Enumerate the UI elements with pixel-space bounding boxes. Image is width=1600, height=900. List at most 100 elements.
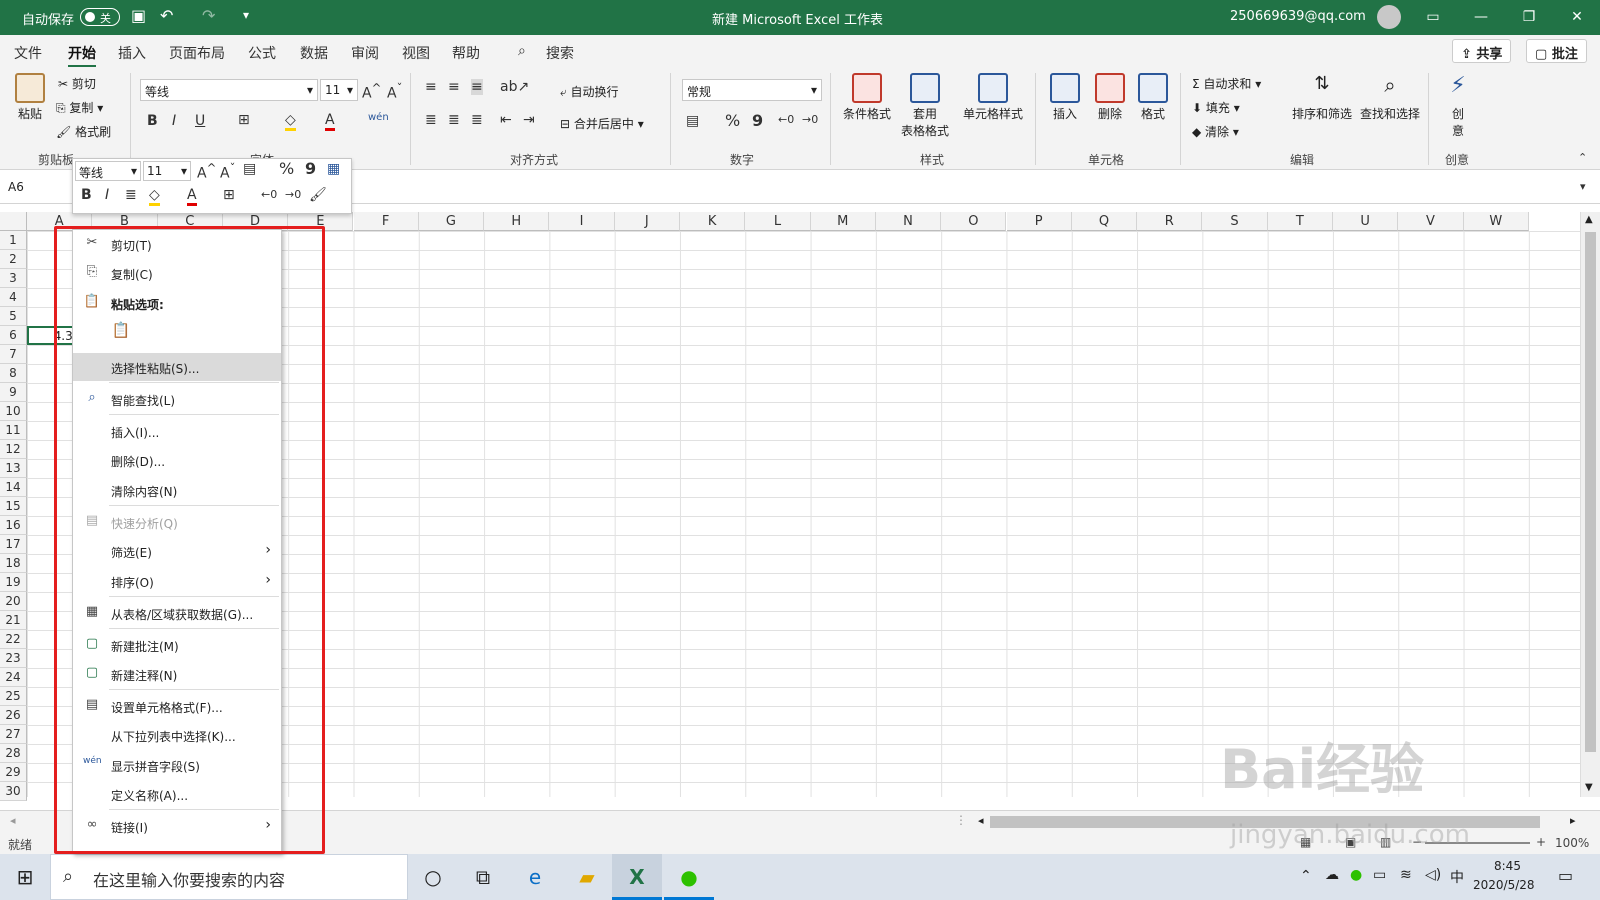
tab-page-layout[interactable]: 页面布局 [169,43,225,63]
row-header[interactable]: 29 [0,763,27,782]
tab-file[interactable]: 文件 [14,43,42,63]
cut-button[interactable]: ✂ 剪切 [58,75,96,92]
insert-cells-button[interactable]: 插入 [1045,73,1085,122]
tab-data[interactable]: 数据 [300,43,328,63]
percent-button[interactable]: % [725,111,740,130]
scroll-down-icon[interactable]: ▼ [1585,782,1593,793]
zoom-level[interactable]: 100% [1555,836,1589,850]
mini-shrink-font-icon[interactable]: Aˇ [220,161,235,182]
comments-button[interactable]: ▢ 批注 [1526,39,1587,63]
row-header[interactable]: 26 [0,706,27,725]
column-header[interactable]: T [1267,212,1333,231]
taskbar-search[interactable]: ⌕ 在这里输入你要搜索的内容 [50,854,408,900]
avatar[interactable] [1377,5,1401,29]
row-header[interactable]: 30 [0,782,27,801]
align-center-icon[interactable]: ≣ [448,112,460,128]
cortana-icon[interactable]: ○ [408,854,458,900]
fill-color-icon[interactable]: ◇ [285,112,296,131]
mini-format-painter-icon[interactable]: 🖌 [309,187,327,203]
document-title[interactable]: 新建 Microsoft Excel 工作表 [712,9,883,28]
row-header[interactable]: 2 [0,250,27,269]
row-header[interactable]: 12 [0,440,27,459]
notification-icon[interactable]: ▭ [1558,866,1573,885]
paste-text-only-icon[interactable]: 📋 [109,321,133,345]
conditional-format-button[interactable]: 条件格式 [838,73,896,122]
menu-phonetic[interactable]: wén 显示拼音字段(S) [73,751,281,779]
column-header[interactable]: R [1137,212,1203,231]
align-middle-icon[interactable]: ≡ [448,79,460,95]
column-header[interactable]: J [614,212,680,231]
menu-quick-analysis[interactable]: ▤ 快速分析(Q) [73,508,281,536]
customize-qat-icon[interactable]: ▾ [243,8,249,22]
row-header[interactable]: 15 [0,497,27,516]
column-header[interactable]: I [549,212,615,231]
row-header[interactable]: 19 [0,573,27,592]
vertical-scrollbar[interactable]: ▲ ▼ [1580,212,1600,797]
search-icon[interactable]: ⌕ [518,43,526,59]
autosum-button[interactable]: Σ 自动求和 ▾ [1192,75,1261,92]
row-header[interactable]: 18 [0,554,27,573]
menu-clear-contents[interactable]: 清除内容(N) [73,476,281,504]
expand-formula-icon[interactable]: ▾ [1580,180,1586,193]
collapse-ribbon-icon[interactable]: ⌃ [1578,151,1587,164]
column-header[interactable]: P [1006,212,1072,231]
row-header[interactable]: 5 [0,307,27,326]
windows-start-icon[interactable]: ⊞ [0,854,50,900]
menu-pick-from-list[interactable]: 从下拉列表中选择(K)... [73,721,281,749]
row-header[interactable]: 1 [0,231,27,250]
scroll-up-icon[interactable]: ▲ [1585,214,1593,225]
find-select-button[interactable]: ⌕ 查找和选择 [1355,73,1425,122]
menu-new-note[interactable]: ▢ 新建注释(N) [73,660,281,688]
mini-increase-decimal-icon[interactable]: ←0 [261,188,277,201]
save-icon[interactable]: ▣ [131,6,146,25]
name-box[interactable]: A6 [4,177,68,199]
menu-insert[interactable]: 插入(I)... [73,417,281,445]
mini-bold-button[interactable]: B [81,187,92,203]
volume-icon[interactable]: ◁) [1425,867,1441,883]
column-header[interactable]: F [353,212,419,231]
clear-button[interactable]: ◆ 清除 ▾ [1192,123,1239,140]
tab-view[interactable]: 视图 [402,43,430,63]
paste-button[interactable]: 粘贴 [12,73,48,122]
row-header[interactable]: 8 [0,364,27,383]
column-header[interactable]: O [941,212,1007,231]
menu-define-name[interactable]: 定义名称(A)... [73,780,281,808]
row-header[interactable]: 23 [0,649,27,668]
phonetic-icon[interactable]: wén [368,112,389,123]
mini-align-center-icon[interactable]: ≣ [125,187,137,203]
mini-font-name[interactable]: 等线 ▾ [75,161,141,181]
tab-insert[interactable]: 插入 [118,43,146,63]
font-size-box[interactable]: 11 ▾ [320,79,358,101]
row-header[interactable]: 3 [0,269,27,288]
share-button[interactable]: ⇪ 共享 [1452,39,1512,63]
menu-sort[interactable]: 排序(O) › [73,567,281,595]
increase-indent-icon[interactable]: ⇥ [523,112,535,128]
delete-cells-button[interactable]: 删除 [1090,73,1130,122]
row-header[interactable]: 11 [0,421,27,440]
tab-formulas[interactable]: 公式 [248,43,276,63]
row-header[interactable]: 7 [0,345,27,364]
row-header[interactable]: 14 [0,478,27,497]
column-header[interactable]: N [875,212,942,231]
row-header[interactable]: 27 [0,725,27,744]
row-header[interactable]: 25 [0,687,27,706]
hscroll-right-icon[interactable]: ▸ [1570,814,1576,827]
column-header[interactable]: U [1333,212,1399,231]
row-header[interactable]: 28 [0,744,27,763]
decrease-decimal-icon[interactable]: →0 [802,113,818,126]
menu-delete[interactable]: 删除(D)... [73,446,281,474]
row-header[interactable]: 4 [0,288,27,307]
column-header[interactable]: H [484,212,550,231]
column-header[interactable]: S [1202,212,1268,231]
tab-home[interactable]: 开始 [68,43,96,68]
menu-new-comment[interactable]: ▢ 新建批注(M) [73,631,281,659]
vertical-scroll-thumb[interactable] [1585,232,1596,752]
row-header[interactable]: 16 [0,516,27,535]
menu-filter[interactable]: 筛选(E) › [73,537,281,565]
clock-date[interactable]: 2020/5/28 [1473,878,1535,892]
column-header[interactable]: L [745,212,811,231]
borders-icon[interactable]: ⊞ [238,112,250,128]
tab-help[interactable]: 帮助 [452,43,480,63]
formula-input[interactable] [382,177,1592,199]
mini-comma-button[interactable]: 9 [305,159,316,178]
